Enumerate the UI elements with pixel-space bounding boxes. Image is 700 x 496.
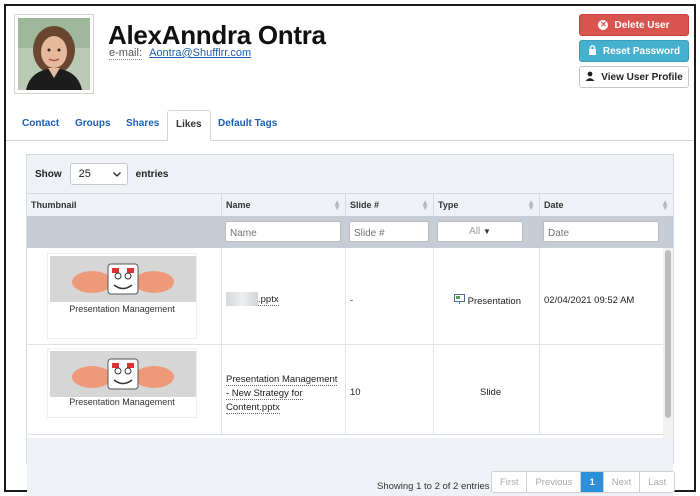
page-size-value: 25 — [78, 168, 91, 180]
avatar-photo — [18, 18, 90, 90]
last-page-button[interactable]: Last — [639, 472, 674, 492]
user-icon — [585, 71, 595, 84]
column-label: Type — [438, 200, 459, 210]
view-user-profile-label: View User Profile — [601, 71, 683, 83]
slide-thumbnail[interactable]: Presentation Management — [47, 253, 197, 339]
column-header-slide[interactable]: Slide # ▲ ▼ — [345, 194, 433, 217]
name-cell: Presentation Management - New Strategy f… — [221, 345, 345, 434]
table-row[interactable]: Presentation Management Presentation Man… — [27, 345, 663, 435]
column-label: Name — [226, 200, 251, 210]
page-1-button[interactable]: 1 — [580, 472, 603, 492]
email-line: e-mail: Aontra@Shufflrr.com — [109, 47, 251, 60]
column-label: Thumbnail — [31, 200, 77, 210]
chevron-down-icon — [112, 168, 121, 180]
next-page-button[interactable]: Next — [602, 472, 640, 492]
pagination: First Previous 1 Next Last — [491, 471, 676, 493]
type-label: Slide — [480, 387, 502, 398]
avatar — [14, 14, 94, 94]
thumbnail-cell: Presentation Management — [27, 248, 221, 344]
delete-user-button[interactable]: ✕ Delete User — [579, 14, 689, 36]
type-label: Presentation — [467, 296, 521, 307]
email-label: e-mail: — [109, 47, 143, 60]
delete-user-label: Delete User — [614, 19, 670, 31]
name-filter-input[interactable] — [225, 221, 341, 242]
likes-table-panel: Show 25 entries Thumbnail Name ▲▼ Slide — [26, 154, 676, 496]
column-label: Date — [544, 200, 564, 210]
redacted-filename — [226, 292, 258, 306]
previous-page-button[interactable]: Previous — [526, 472, 580, 492]
slide-cell: 10 — [345, 345, 433, 434]
sort-icon: ▲ ▼ — [527, 198, 535, 212]
table-row[interactable]: Presentation Management .pptx - Presenta… — [27, 248, 663, 345]
table-body: Presentation Management .pptx - Presenta… — [27, 248, 673, 438]
type-cell: Presentation — [433, 248, 539, 344]
thumbnail-caption: Presentation Management — [69, 397, 175, 407]
vertical-scrollbar[interactable] — [663, 248, 673, 438]
lock-icon — [588, 44, 597, 58]
slide-cell: - — [345, 248, 433, 344]
date-cell: 02/04/2021 09:52 AM — [539, 248, 663, 344]
table-info: Showing 1 to 2 of 2 entries — [377, 481, 490, 492]
slide-number: 10 — [350, 387, 361, 398]
email-link[interactable]: Aontra@Shufflrr.com — [149, 47, 251, 59]
slide-thumbnail[interactable]: Presentation Management — [47, 348, 197, 418]
page-size-select[interactable]: 25 — [69, 163, 128, 185]
tab-likes[interactable]: Likes — [167, 110, 211, 141]
tab-contact[interactable]: Contact — [22, 118, 59, 129]
column-header-date[interactable]: Date ▲ ▼ — [539, 194, 673, 217]
type-filter-select[interactable]: All ▼ — [437, 221, 523, 242]
column-header-type[interactable]: Type ▲ ▼ — [433, 194, 539, 217]
file-name-link[interactable]: Presentation Management - New Strategy f… — [226, 374, 338, 414]
date-value: 02/04/2021 09:52 AM — [544, 295, 635, 306]
column-label: Slide # — [350, 200, 380, 210]
sort-icon: ▲ ▼ — [333, 198, 341, 212]
scrollbar-thumb[interactable] — [665, 250, 671, 418]
date-filter-input[interactable] — [543, 221, 659, 242]
remove-circle-icon: ✕ — [598, 20, 609, 30]
type-filter-value: All — [469, 226, 481, 237]
show-label: Show — [35, 168, 62, 180]
thumbnail-cell: Presentation Management — [27, 345, 221, 434]
table-header: Thumbnail Name ▲ ▼ Slide # ▲ ▼ Type ▲ ▼ Dat… — [27, 193, 673, 217]
thumbnail-image — [50, 351, 196, 397]
caret-down-icon: ▼ — [482, 227, 491, 236]
tab-default-tags[interactable]: Default Tags — [218, 118, 277, 129]
column-header-thumbnail[interactable]: Thumbnail — [27, 194, 221, 217]
column-header-name[interactable]: Name ▲ ▼ — [221, 194, 345, 217]
sort-icon: ▲ ▼ — [421, 198, 429, 212]
slide-number: - — [350, 295, 354, 306]
view-user-profile-button[interactable]: View User Profile — [579, 66, 689, 88]
tab-bar: Contact Groups Shares Likes Default Tags — [6, 110, 694, 141]
first-page-button[interactable]: First — [492, 472, 526, 492]
tab-groups[interactable]: Groups — [75, 118, 111, 129]
thumbnail-caption: Presentation Management — [69, 304, 175, 314]
page-size-control: Show 25 entries — [35, 163, 168, 185]
file-name-link[interactable]: .pptx — [258, 293, 279, 306]
sort-icon: ▲ ▼ — [661, 198, 669, 212]
entries-label: entries — [135, 168, 169, 180]
thumbnail-image — [50, 256, 196, 302]
tab-shares[interactable]: Shares — [126, 118, 159, 129]
date-cell — [539, 345, 663, 434]
type-cell: Slide — [433, 345, 539, 434]
reset-password-button[interactable]: Reset Password — [579, 40, 689, 62]
user-detail-page: AlexAnndra Ontra e-mail: Aontra@Shufflrr… — [4, 4, 696, 496]
slide-filter-input[interactable] — [349, 221, 429, 242]
table-footer: Showing 1 to 2 of 2 entries First Previo… — [27, 438, 676, 496]
name-cell: .pptx — [221, 248, 345, 344]
filter-row: All ▼ — [27, 216, 673, 248]
presentation-icon — [454, 294, 468, 307]
reset-password-label: Reset Password — [602, 45, 681, 57]
